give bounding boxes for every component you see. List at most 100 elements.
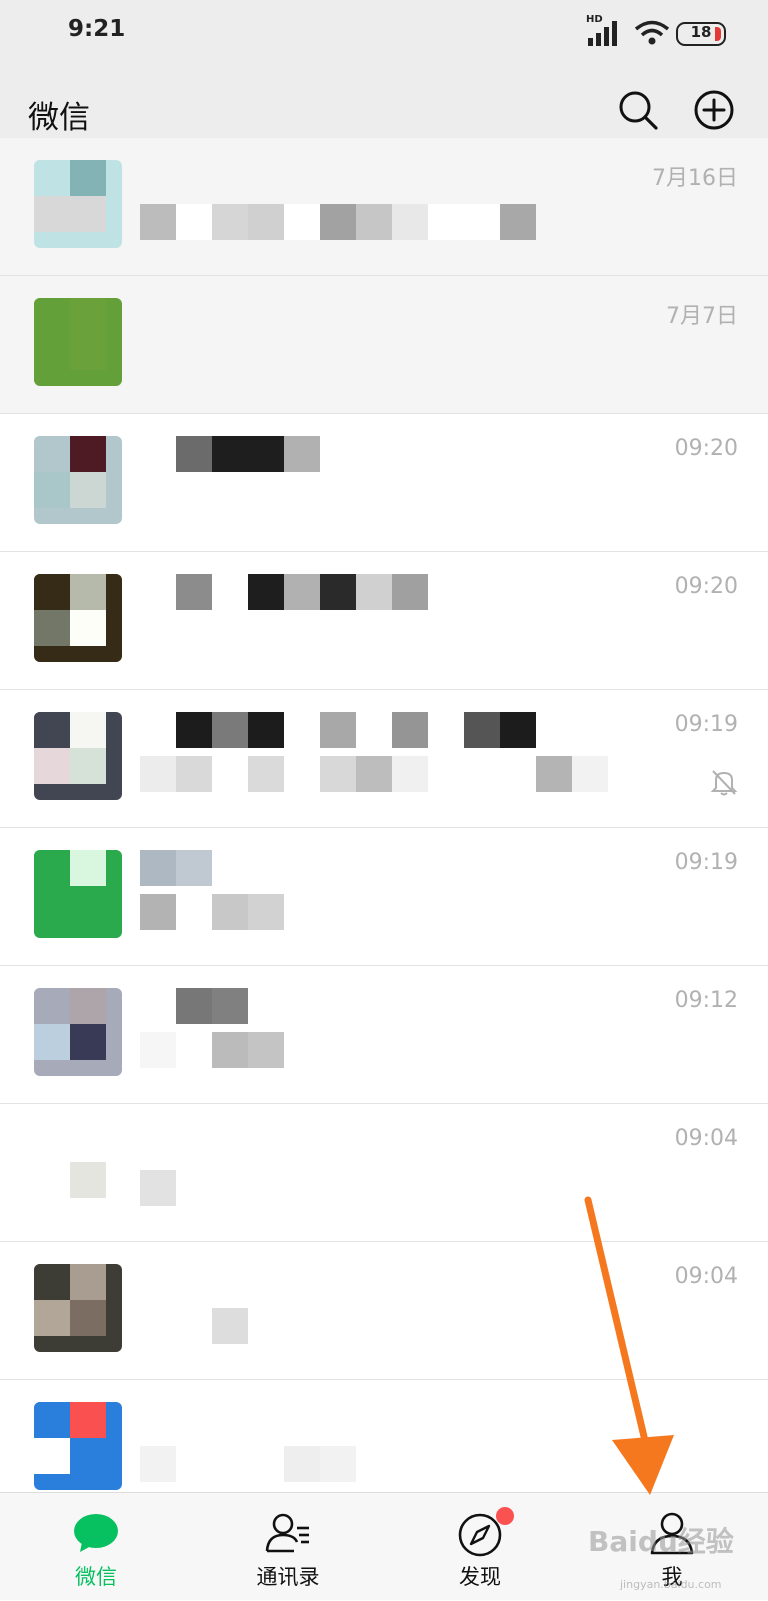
pixel-block — [140, 1170, 176, 1206]
battery-icon: 18 — [676, 22, 726, 46]
chat-row[interactable]: 09:19 — [0, 690, 768, 828]
avatar-mosaic-tile — [34, 1024, 70, 1060]
avatar[interactable] — [34, 298, 122, 386]
pixel-block — [284, 574, 320, 610]
chat-time: 09:20 — [674, 574, 738, 599]
chat-row[interactable]: 09:04 — [0, 1242, 768, 1380]
avatar-mosaic-tile — [70, 748, 106, 784]
avatar-mosaic-tile — [70, 1402, 106, 1438]
avatar-mosaic-tile — [34, 1402, 70, 1438]
chat-list[interactable]: 7月16日 7月7日 09:20 09:20 09:19 09:19 09:12 09:04 0… — [0, 138, 768, 1492]
avatar-mosaic-tile — [70, 886, 106, 922]
cellular-signal-icon — [588, 21, 617, 46]
avatar-mosaic-tile — [70, 1024, 106, 1060]
pixel-block — [212, 756, 248, 792]
add-icon[interactable] — [690, 86, 738, 134]
tab-label: 通讯录 — [256, 1565, 320, 1589]
avatar[interactable] — [34, 1126, 122, 1214]
avatar-mosaic-tile — [34, 160, 70, 196]
pixel-block — [356, 574, 392, 610]
pixel-block — [176, 712, 212, 748]
pixel-block — [464, 204, 500, 240]
pixel-block — [536, 756, 572, 792]
pixel-block — [356, 712, 392, 748]
tab-discover[interactable]: 发现 — [384, 1493, 576, 1601]
pixel-block — [320, 574, 356, 610]
chat-row[interactable] — [0, 1380, 768, 1492]
pixel-block — [284, 204, 320, 240]
avatar[interactable] — [34, 436, 122, 524]
avatar[interactable] — [34, 988, 122, 1076]
chat-preview-pixelated — [140, 204, 536, 240]
watermark: Baidu经验 — [588, 1525, 734, 1558]
pixel-block — [176, 756, 212, 792]
battery-level: 18 — [690, 23, 712, 41]
pixel-block — [248, 712, 284, 748]
pixel-block — [140, 850, 176, 886]
chat-row[interactable]: 7月16日 — [0, 138, 768, 276]
chat-row[interactable]: 09:19 — [0, 828, 768, 966]
chat-row[interactable]: 09:04 — [0, 1104, 768, 1242]
chat-row[interactable]: 09:20 — [0, 414, 768, 552]
pixel-block — [140, 1032, 176, 1068]
pixel-block — [176, 204, 212, 240]
chat-name-pixelated — [140, 850, 212, 886]
pixel-block — [248, 894, 284, 930]
pixel-block — [320, 756, 356, 792]
avatar[interactable] — [34, 850, 122, 938]
avatar-mosaic-tile — [70, 988, 106, 1024]
chat-preview-pixelated — [140, 1446, 356, 1482]
pixel-block — [284, 1446, 320, 1482]
tab-chats[interactable]: 微信 — [0, 1493, 192, 1601]
search-icon[interactable] — [614, 86, 662, 134]
pixel-block — [572, 756, 608, 792]
avatar-mosaic-tile — [70, 298, 106, 334]
chat-name-pixelated — [140, 436, 320, 472]
avatar-mosaic-tile — [70, 574, 106, 610]
tab-label: 微信 — [75, 1565, 117, 1589]
chat-time: 09:04 — [674, 1264, 738, 1289]
pixel-block — [500, 712, 536, 748]
chat-time: 09:04 — [674, 1126, 738, 1151]
avatar-mosaic-tile — [70, 436, 106, 472]
chat-row[interactable]: 09:20 — [0, 552, 768, 690]
pixel-block — [320, 712, 356, 748]
pixel-block — [428, 756, 464, 792]
avatar-mosaic-tile — [34, 748, 70, 784]
avatar[interactable] — [34, 574, 122, 662]
chat-preview-pixelated — [140, 1170, 176, 1206]
avatar-mosaic-tile — [70, 472, 106, 508]
avatar-mosaic-tile — [70, 712, 106, 748]
pixel-block — [248, 756, 284, 792]
avatar-mosaic-tile — [34, 436, 70, 472]
avatar[interactable] — [34, 712, 122, 800]
avatar-mosaic-tile — [34, 298, 70, 334]
avatar-mosaic-tile — [70, 196, 106, 232]
avatar[interactable] — [34, 1264, 122, 1352]
chat-preview-pixelated — [140, 1308, 248, 1344]
pixel-block — [284, 756, 320, 792]
avatar[interactable] — [34, 160, 122, 248]
chat-row[interactable]: 09:12 — [0, 966, 768, 1104]
avatar-mosaic-tile — [34, 196, 70, 232]
pixel-block — [140, 756, 176, 792]
pixel-block — [320, 1446, 356, 1482]
pixel-block — [176, 1032, 212, 1068]
pixel-block — [140, 436, 176, 472]
tab-contacts[interactable]: 通讯录 — [192, 1493, 384, 1601]
pixel-block — [248, 204, 284, 240]
avatar-mosaic-tile — [34, 1438, 70, 1474]
avatar-mosaic-tile — [34, 850, 70, 886]
pixel-block — [176, 436, 212, 472]
avatar-mosaic-tile — [34, 1162, 70, 1198]
pixel-block — [140, 204, 176, 240]
pixel-block — [176, 1308, 212, 1344]
chat-name-pixelated — [140, 712, 536, 748]
chat-bubble-icon — [74, 1514, 118, 1552]
chat-row[interactable]: 7月7日 — [0, 276, 768, 414]
pixel-block — [140, 712, 176, 748]
discover-badge-dot — [496, 1507, 514, 1525]
avatar-mosaic-tile — [34, 712, 70, 748]
avatar[interactable] — [34, 1402, 122, 1490]
wifi-icon — [634, 20, 670, 45]
